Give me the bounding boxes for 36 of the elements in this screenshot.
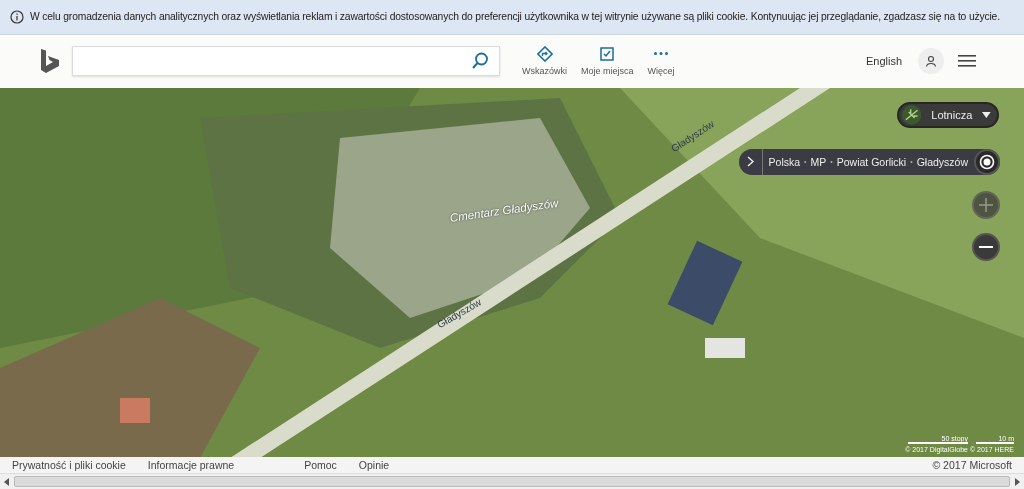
copyright-text: © 2017 Microsoft (932, 459, 1012, 472)
footer-link[interactable]: Opinie (358, 459, 390, 472)
dropdown-caret-icon (982, 111, 991, 118)
checklist-icon (599, 46, 616, 63)
nav-button[interactable]: Wskazówki (518, 46, 571, 77)
footer-link[interactable]: Prywatność i pliki cookie (12, 459, 126, 472)
breadcrumb-link[interactable]: Polska (768, 155, 801, 168)
target-icon (979, 153, 995, 170)
tree-icon (902, 104, 922, 125)
person-icon (925, 55, 937, 68)
scrollbar-thumb[interactable] (14, 476, 1010, 487)
scroll-right-icon[interactable] (1014, 477, 1020, 486)
scroll-left-icon[interactable] (4, 477, 10, 486)
more-icon (653, 52, 670, 56)
breadcrumb-link[interactable]: Gładyszów (916, 155, 968, 168)
search-field[interactable] (72, 46, 500, 77)
nav-button[interactable]: Więcej (643, 46, 679, 77)
menu-button[interactable] (958, 54, 976, 69)
breadcrumb-link[interactable]: MP (810, 155, 827, 168)
breadcrumb-link[interactable]: Powiat Gorlicki (836, 155, 907, 168)
footer-link[interactable]: Pomoc (304, 459, 337, 472)
menu-icon (958, 54, 976, 69)
search-icon[interactable] (471, 52, 489, 71)
chevron-right-icon (746, 156, 754, 168)
minus-icon (979, 244, 993, 249)
horizontal-scrollbar[interactable] (0, 473, 1024, 489)
directions-icon (536, 46, 553, 63)
logo-icon (40, 48, 60, 75)
info-icon (10, 9, 24, 24)
account-button[interactable] (918, 48, 944, 75)
nav-button[interactable]: Moje miejsca (577, 46, 638, 77)
map-label: Cmentarz Gładyszów (449, 196, 560, 224)
language-link[interactable]: English (865, 55, 902, 68)
cookie-notice-text: W celu gromadzenia danych analitycznych oraz wyświetlania reklam i zawartości dostosowanych do preferencji użytkownika w tej witrynie używane są pliki cookie. Kontynuując jej przeglądanie, zgadzasz się na to użycie. (30, 11, 1000, 23)
footer-link[interactable]: Informacje prawne (147, 459, 235, 472)
plus-icon (979, 197, 993, 212)
